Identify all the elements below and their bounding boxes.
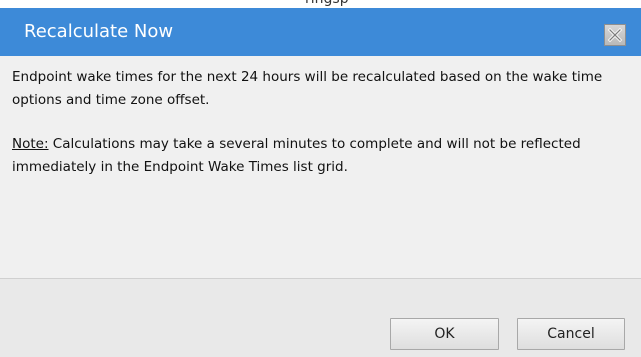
dialog-title-bar: Recalculate Now — [0, 8, 641, 56]
background-window-strip: ringsp — [0, 0, 641, 8]
close-button[interactable] — [604, 24, 626, 46]
note-text: Calculations may take a several minutes … — [12, 136, 581, 175]
dialog-title: Recalculate Now — [24, 21, 174, 42]
recalculate-dialog: Recalculate Now Endpoint wake times for … — [0, 8, 641, 357]
dialog-body: Endpoint wake times for the next 24 hour… — [0, 56, 641, 278]
ok-button[interactable]: OK — [390, 318, 499, 350]
dialog-footer: OK Cancel — [0, 278, 641, 357]
close-icon — [607, 27, 623, 43]
background-window-text: ringsp — [305, 0, 349, 7]
note-label: Note: — [12, 136, 49, 152]
note-paragraph: Note: Calculations may take a several mi… — [12, 133, 641, 179]
description-text: Endpoint wake times for the next 24 hour… — [12, 69, 603, 108]
cancel-button[interactable]: Cancel — [517, 318, 625, 350]
